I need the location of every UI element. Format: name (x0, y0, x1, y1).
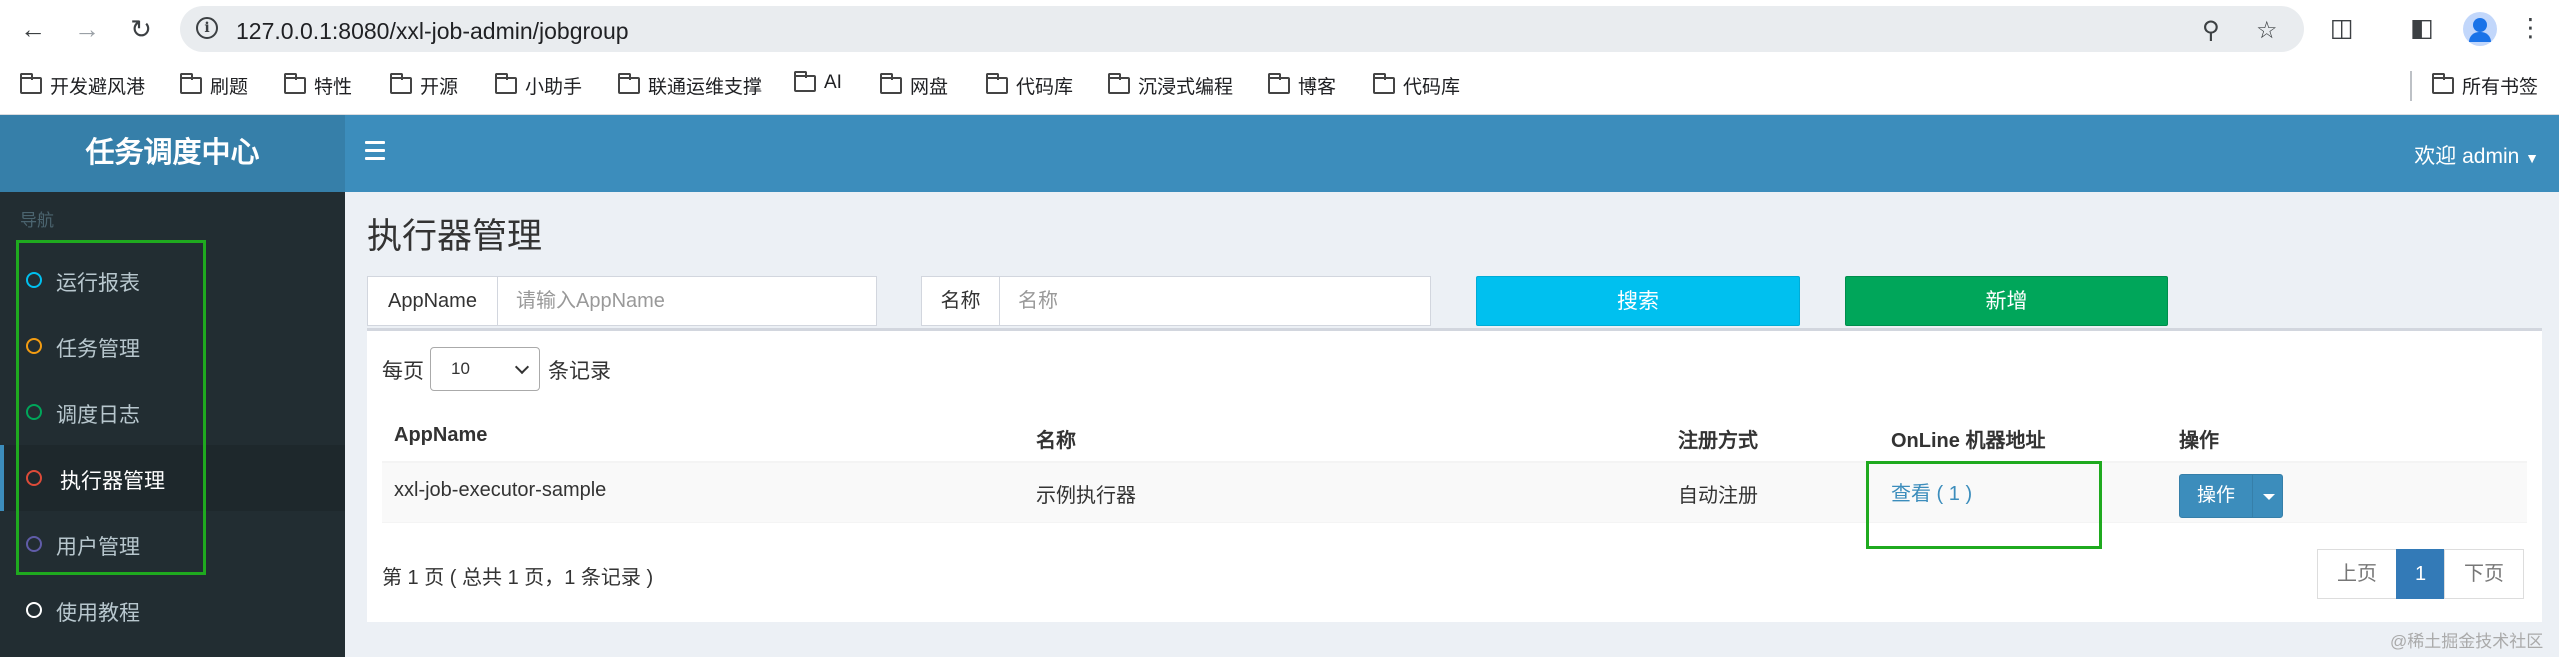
bookmark-item[interactable]: 网盘 (880, 72, 948, 99)
appname-input[interactable] (498, 277, 876, 325)
bookmark-item[interactable]: 沉浸式编程 (1108, 72, 1233, 99)
folder-icon (618, 73, 640, 94)
page-title: 执行器管理 (367, 217, 543, 256)
address-url[interactable]: 127.0.0.1:8080/xxl-job-admin/jobgroup (236, 18, 629, 45)
bookmark-item[interactable]: 刷题 (180, 72, 248, 99)
back-arrow-icon[interactable]: ← (16, 12, 50, 46)
table-row: xxl-job-executor-sample 示例执行器 自动注册 查看 ( … (382, 463, 2527, 523)
profile-avatar[interactable] (2463, 12, 2497, 46)
folder-icon (794, 70, 816, 92)
bookmark-item[interactable]: 开源 (390, 72, 458, 99)
app-logo[interactable]: 任务调度中心 (0, 115, 345, 192)
column-header[interactable]: 名称 (1036, 424, 1076, 453)
reload-icon[interactable]: ↻ (124, 12, 158, 46)
sidebar-highlight-box (16, 240, 206, 575)
executor-table-box: 每页 10 条记录 AppName 名称 注册方式 OnLine 机器地址 操作… (367, 328, 2542, 622)
folder-icon (284, 73, 306, 94)
top-navbar: 欢迎 admin ▼ (345, 115, 2559, 192)
site-info-icon[interactable]: i (196, 17, 218, 39)
folder-icon (20, 73, 42, 94)
page-1-button[interactable]: 1 (2396, 549, 2445, 599)
caret-down-icon: ▼ (2525, 150, 2539, 166)
circle-icon (26, 602, 42, 618)
appname-filter: AppName (367, 276, 877, 326)
bookmark-item[interactable]: 联通运维支撑 (618, 72, 762, 99)
column-header[interactable]: OnLine 机器地址 (1891, 424, 2045, 453)
prev-page-button[interactable]: 上页 (2317, 549, 2397, 599)
name-input[interactable] (1000, 277, 1430, 325)
action-dropdown-button[interactable]: 操作 (2179, 474, 2283, 518)
folder-icon (1373, 73, 1395, 94)
table-info: 第 1 页 ( 总共 1 页，1 条记录 ) (382, 567, 654, 589)
user-menu-label: 欢迎 admin (2414, 145, 2520, 168)
browser-toolbar: ← → ↻ i 127.0.0.1:8080/xxl-job-admin/job… (0, 0, 2559, 58)
bookmark-item[interactable]: 开发避风港 (20, 72, 145, 99)
column-header[interactable]: AppName (394, 424, 487, 447)
caret-down-icon[interactable] (2252, 475, 2283, 517)
bookmark-item[interactable]: 代码库 (1373, 72, 1460, 99)
folder-icon (1268, 73, 1290, 94)
action-button-label[interactable]: 操作 (2180, 475, 2252, 517)
appname-label: AppName (368, 277, 498, 325)
folder-icon (180, 73, 202, 94)
sidebar-header: 导航 (20, 211, 54, 230)
cell-name: 示例执行器 (1036, 485, 1136, 507)
cell-register-type: 自动注册 (1678, 485, 1758, 507)
folder-icon (495, 73, 517, 94)
folder-icon (986, 73, 1008, 94)
table-header: AppName 名称 注册方式 OnLine 机器地址 操作 (382, 408, 2527, 463)
bookmarks-divider (2410, 71, 2412, 101)
side-panel-icon[interactable]: ◧ (2410, 13, 2434, 43)
bookmark-item[interactable]: 博客 (1268, 72, 1336, 99)
folder-icon (880, 73, 902, 94)
watermark: @稀土掘金技术社区 (2390, 632, 2544, 651)
online-highlight-box (1866, 461, 2102, 549)
sidebar-item-tutorial[interactable]: 使用教程 (0, 577, 345, 643)
address-bar[interactable]: i 127.0.0.1:8080/xxl-job-admin/jobgroup … (180, 6, 2304, 52)
search-button[interactable]: 搜索 (1476, 276, 1800, 326)
page-length-prefix: 每页 (382, 360, 424, 383)
column-header[interactable]: 注册方式 (1678, 424, 1758, 453)
bookmarks-bar: 开发避风港 刷题 特性 开源 小助手 联通运维支撑 AI 网盘 代码库 沉浸式编… (0, 58, 2559, 115)
column-header[interactable]: 操作 (2179, 424, 2219, 453)
more-menu-icon[interactable]: ⋮ (2518, 13, 2543, 43)
folder-icon (1108, 73, 1130, 94)
name-filter: 名称 (921, 276, 1431, 326)
forward-arrow-icon[interactable]: → (70, 12, 104, 46)
extensions-icon[interactable]: ◫ (2330, 13, 2354, 43)
bookmark-item[interactable]: 特性 (284, 72, 352, 99)
all-bookmarks[interactable]: 所有书签 (2432, 72, 2538, 99)
next-page-button[interactable]: 下页 (2444, 549, 2524, 599)
bookmark-item[interactable]: AI (794, 70, 842, 94)
cell-appname: xxl-job-executor-sample (394, 479, 607, 501)
sidebar-item-label: 使用教程 (56, 602, 140, 625)
user-menu[interactable]: 欢迎 admin ▼ (2414, 140, 2539, 170)
password-key-icon[interactable]: ⚲ (2202, 16, 2220, 45)
folder-icon (390, 73, 412, 94)
menu-toggle-icon[interactable] (365, 141, 385, 165)
bookmark-item[interactable]: 代码库 (986, 72, 1073, 99)
bookmark-star-icon[interactable]: ☆ (2256, 16, 2278, 45)
add-button[interactable]: 新增 (1845, 276, 2168, 326)
folder-icon (2432, 73, 2454, 94)
page-length-select[interactable]: 10 (430, 347, 540, 391)
name-label: 名称 (922, 277, 1000, 325)
bookmark-item[interactable]: 小助手 (495, 72, 582, 99)
page-length-suffix: 条记录 (548, 360, 611, 383)
